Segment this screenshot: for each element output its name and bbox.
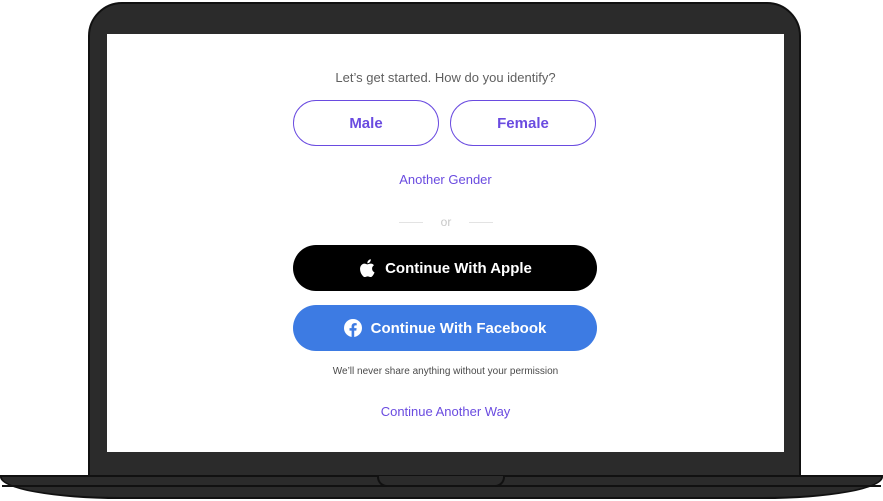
identify-prompt: Let’s get started. How do you identify? xyxy=(335,70,556,85)
female-button[interactable]: Female xyxy=(450,100,596,146)
facebook-icon xyxy=(343,319,362,337)
another-gender-link[interactable]: Another Gender xyxy=(107,172,784,187)
onboarding-screen: Let’s get started. How do you identify? … xyxy=(107,34,784,452)
laptop-mockup: Let’s get started. How do you identify? … xyxy=(0,0,883,501)
apple-icon xyxy=(358,259,376,277)
male-button[interactable]: Male xyxy=(293,100,439,146)
divider-line-right xyxy=(468,221,493,223)
continue-with-apple-button[interactable]: Continue With Apple xyxy=(293,245,597,291)
laptop-notch xyxy=(377,476,505,487)
divider-line-left xyxy=(399,221,423,223)
or-divider: or xyxy=(399,215,493,229)
divider-text: or xyxy=(440,215,452,229)
continue-with-facebook-button[interactable]: Continue With Facebook xyxy=(293,305,597,351)
facebook-button-label: Continue With Facebook xyxy=(370,319,547,337)
gender-options: Male Female xyxy=(293,100,597,146)
continue-another-way-link[interactable]: Continue Another Way xyxy=(107,404,784,419)
privacy-note: We’ll never share anything without your … xyxy=(332,366,559,377)
apple-button-label: Continue With Apple xyxy=(385,259,532,277)
